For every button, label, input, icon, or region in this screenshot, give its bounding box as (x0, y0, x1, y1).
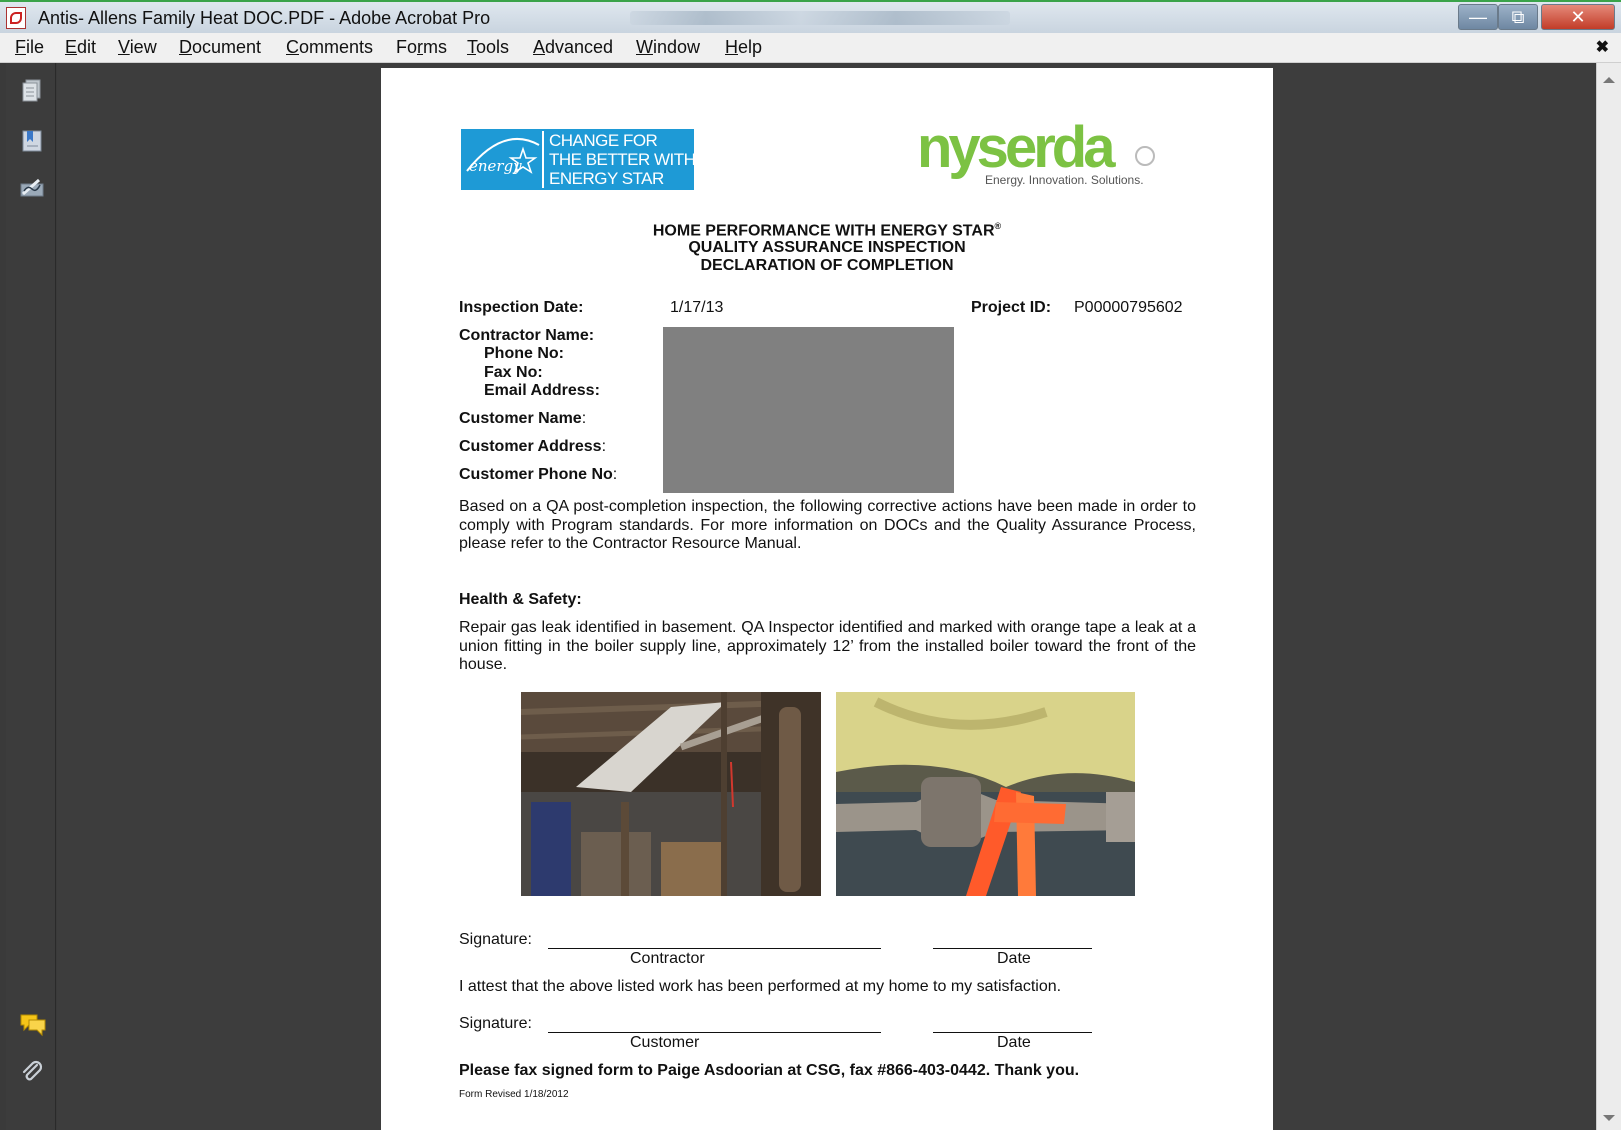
menu-advanced[interactable]: Advanced (533, 37, 613, 58)
menu-forms[interactable]: Forms (396, 37, 447, 58)
customer-address-label: Customer Address: (459, 438, 607, 455)
menu-view[interactable]: View (118, 37, 157, 58)
contractor-signature-label: Signature: (459, 931, 532, 948)
project-id-label: Project ID: (971, 299, 1052, 316)
close-document-button[interactable]: ✖ (1596, 37, 1609, 57)
inspection-date-label: Inspection Date: (459, 299, 584, 316)
customer-date-caption: Date (997, 1034, 1031, 1051)
signatures-icon[interactable] (19, 176, 45, 202)
email-label: Email Address: (484, 382, 600, 399)
menu-tools[interactable]: Tools (467, 37, 509, 58)
bookmarks-icon[interactable] (19, 128, 45, 154)
menu-document[interactable]: Document (179, 37, 261, 58)
customer-date-line (933, 1032, 1092, 1033)
customer-signature-line (548, 1032, 881, 1033)
attachments-icon[interactable] (19, 1059, 45, 1085)
gas-leak-union-photo (836, 692, 1135, 896)
navigation-pane (6, 63, 56, 1130)
project-id-value: P00000795602 (1074, 299, 1183, 316)
contractor-name-label: Contractor Name: (459, 327, 595, 344)
redacted-contact-block (663, 327, 954, 493)
acrobat-app-icon (6, 7, 26, 29)
inspection-date-value: 1/17/13 (670, 299, 724, 316)
menu-comments[interactable]: Comments (286, 37, 373, 58)
customer-phone-label: Customer Phone No: (459, 466, 618, 483)
phone-label: Phone No: (484, 345, 564, 362)
pages-icon[interactable] (19, 78, 45, 104)
customer-caption: Customer (630, 1034, 700, 1051)
intro-paragraph: Based on a QA post-completion inspection… (459, 498, 1196, 552)
form-revised-note: Form Revised 1/18/2012 (459, 1089, 569, 1100)
comments-icon[interactable] (19, 1011, 46, 1037)
fax-label: Fax No: (484, 364, 543, 381)
energy-star-emblem: energy (463, 131, 544, 188)
contractor-signature-line (548, 948, 881, 949)
doc-title-line-3: DECLARATION OF COMPLETION (700, 257, 954, 274)
customer-name-label: Customer Name: (459, 410, 587, 427)
energy-star-logo: energy CHANGE FOR THE BETTER WITH ENERGY… (461, 129, 696, 190)
basement-photo (521, 692, 821, 896)
titlebar-blurred-region (630, 11, 1010, 25)
doc-title-line-2: QUALITY ASSURANCE INSPECTION (688, 239, 966, 256)
minimize-button[interactable]: — (1458, 4, 1498, 30)
nyserda-logo: nyserda Energy. Innovation. Solutions. (917, 112, 1177, 192)
svg-text:Energy. Innovation. Solutions.: Energy. Innovation. Solutions. (985, 173, 1144, 187)
energy-star-slogan: CHANGE FOR THE BETTER WITH ENERGY STAR (549, 131, 696, 188)
pdf-page: energy CHANGE FOR THE BETTER WITH ENERGY… (381, 68, 1273, 1130)
health-safety-heading: Health & Safety: (459, 591, 582, 608)
vertical-scrollbar[interactable] (1596, 63, 1621, 1130)
menu-bar: File Edit View Document Comments Forms T… (0, 33, 1621, 63)
window-titlebar: Antis- Allens Family Heat DOC.PDF - Adob… (0, 0, 1621, 33)
customer-signature-label: Signature: (459, 1015, 532, 1032)
window-title: Antis- Allens Family Heat DOC.PDF - Adob… (38, 8, 491, 28)
menu-file[interactable]: File (15, 37, 44, 58)
menu-window[interactable]: Window (636, 37, 700, 58)
menu-help[interactable]: Help (725, 37, 762, 58)
close-button[interactable]: ✕ (1541, 4, 1615, 30)
scroll-up-arrow-icon[interactable] (1603, 77, 1615, 83)
health-safety-text: Repair gas leak identified in basement. … (459, 619, 1196, 673)
contractor-date-caption: Date (997, 950, 1031, 967)
scroll-down-arrow-icon[interactable] (1603, 1115, 1615, 1121)
contractor-date-line (933, 948, 1092, 949)
maximize-button[interactable]: ⧉ (1498, 4, 1538, 30)
attest-text: I attest that the above listed work has … (459, 978, 1062, 995)
doc-title-line-1: HOME PERFORMANCE WITH ENERGY STAR® (652, 221, 1002, 240)
nyserda-wordmark: nyserda (917, 115, 1116, 180)
fax-instruction: Please fax signed form to Paige Asdooria… (459, 1062, 1080, 1079)
menu-edit[interactable]: Edit (65, 37, 96, 58)
contractor-caption: Contractor (630, 950, 705, 967)
